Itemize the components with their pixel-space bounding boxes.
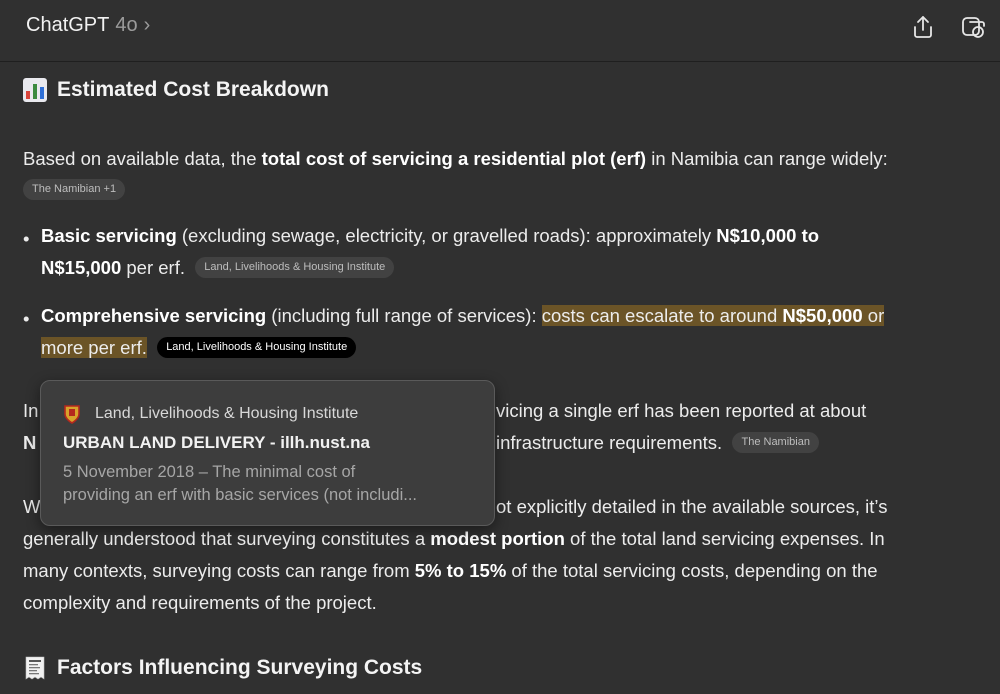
para3-text-end: of the total servicing costs, depending … — [506, 560, 878, 581]
section-heading-text: Estimated Cost Breakdown — [57, 78, 329, 101]
highlighted-text: costs can escalate to around N$50,000 or — [541, 305, 885, 326]
share-icon[interactable] — [910, 14, 936, 40]
para3-line1-start: W — [23, 496, 41, 517]
para2-line2-end: infrastructure requirements. The Namibia… — [496, 427, 819, 459]
bullet-basic-title: Basic servicing — [41, 225, 177, 246]
chevron-right-icon: › — [143, 14, 151, 36]
institute-shield-icon — [63, 404, 81, 424]
citation-chip-namibian[interactable]: The Namibian +1 — [23, 178, 126, 200]
bullet-basic-line1: Basic servicing (excluding sewage, elect… — [41, 220, 819, 252]
top-bar: ChatGPT 4o › — [0, 0, 1000, 62]
card-source-row: Land, Livelihoods & Housing Institute — [63, 404, 358, 424]
para2-text: infrastructure requirements. — [496, 432, 723, 453]
citation-preview-card[interactable]: Land, Livelihoods & Housing Institute UR… — [40, 380, 495, 526]
hl-text: costs can escalate to around — [541, 305, 783, 326]
bullet-comp-text: (including full range of services): — [266, 305, 542, 326]
para3-text: generally understood that surveying cons… — [23, 528, 431, 549]
para3-bold-pct: 5% to 15% — [414, 560, 507, 581]
card-snippet-line2: providing an erf with basic services (no… — [63, 486, 417, 504]
model-name: 4o — [115, 14, 138, 36]
intro-citation-line: The Namibian +1 — [23, 174, 126, 206]
bullet-dot: • — [23, 228, 30, 249]
model-selector[interactable]: ChatGPT 4o › — [26, 14, 150, 37]
para3-line3: many contexts, surveying costs can range… — [23, 555, 878, 587]
intro-text: Based on available data, the — [23, 148, 262, 169]
citation-chip-illh[interactable]: Land, Livelihoods & Housing Institute — [195, 256, 395, 278]
app-title: ChatGPT — [26, 14, 110, 36]
card-title: URBAN LAND DELIVERY - illh.nust.na — [63, 433, 370, 452]
bullet-comp-title: Comprehensive servicing — [41, 305, 267, 326]
para3-line1-end: ot explicitly detailed in the available … — [496, 496, 888, 517]
section-heading-factors: Factors Influencing Surveying Costs — [23, 656, 422, 680]
bullet-basic-amount: N$10,000 to — [716, 225, 820, 246]
section-heading-text: Factors Influencing Surveying Costs — [57, 656, 423, 679]
bullet-basic-amount2: N$15,000 — [41, 257, 122, 278]
intro-text-end: in Namibia can range widely: — [646, 148, 888, 169]
para3-text: many contexts, surveying costs can range… — [23, 560, 415, 581]
bar-chart-icon — [23, 78, 47, 102]
para2-line1-end: vicing a single erf has been reported at… — [496, 400, 867, 421]
para3-text-end: of the total land servicing expenses. In — [564, 528, 885, 549]
para2-line1-start: In — [23, 400, 39, 421]
para3-line2: generally understood that surveying cons… — [23, 523, 885, 555]
citation-chip-namibian-2[interactable]: The Namibian — [732, 431, 819, 453]
bullet-basic-line2: N$15,000 per erf. Land, Livelihoods & Ho… — [41, 252, 395, 284]
highlighted-text-2: more per erf. — [41, 337, 147, 358]
para3-line4: complexity and requirements of the proje… — [23, 592, 377, 613]
intro-paragraph: Based on available data, the total cost … — [23, 143, 888, 175]
intro-bold: total cost of servicing a residential pl… — [261, 148, 647, 169]
para2-line2-start: N — [23, 432, 37, 453]
bullet-basic-text2: per erf. — [121, 257, 185, 278]
bullet-basic-text: (excluding sewage, electricity, or grave… — [176, 225, 717, 246]
new-chat-icon[interactable] — [960, 14, 986, 40]
bullet-dot: • — [23, 308, 30, 329]
receipt-icon — [23, 656, 47, 680]
card-snippet: 5 November 2018 – The minimal cost of pr… — [63, 461, 478, 507]
citation-chip-illh-active[interactable]: Land, Livelihoods & Housing Institute — [157, 336, 357, 358]
bullet-comprehensive-line2: more per erf. Land, Livelihoods & Housin… — [41, 332, 357, 364]
card-snippet-line1: 5 November 2018 – The minimal cost of — [63, 463, 356, 481]
hl-text-end: or — [862, 305, 885, 326]
para3-bold: modest portion — [430, 528, 565, 549]
section-heading-cost: Estimated Cost Breakdown — [23, 78, 329, 102]
card-source-name: Land, Livelihoods & Housing Institute — [95, 405, 359, 422]
hl-amount: N$50,000 — [782, 305, 863, 326]
bullet-comprehensive-line1: Comprehensive servicing (including full … — [41, 300, 885, 332]
